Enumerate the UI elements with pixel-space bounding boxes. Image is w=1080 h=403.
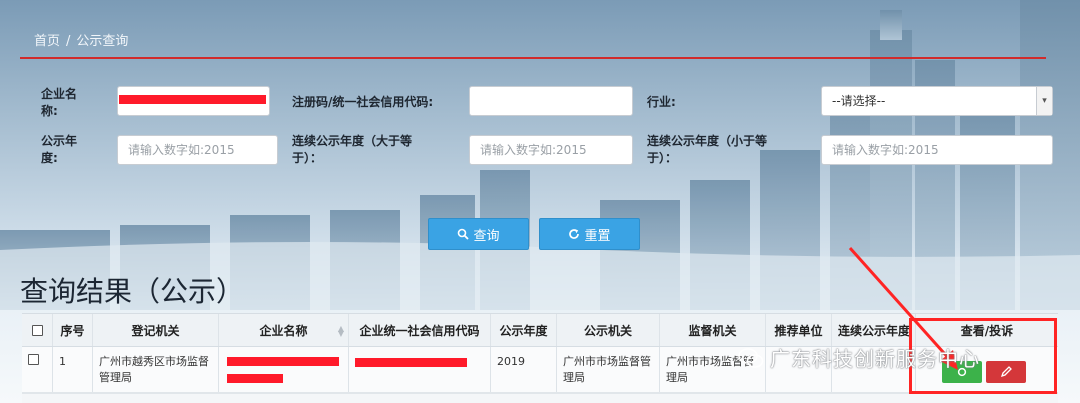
row-publishing-authority: 广州市市场监督管理局 (556, 347, 659, 392)
credit-code-label: 注册码/统一社会信用代码: (292, 95, 434, 109)
continuous-year-lte-input[interactable] (821, 135, 1053, 165)
company-name-label: 企业名 称: (41, 86, 77, 120)
header-divider (20, 57, 1046, 59)
continuous-year-gte-label-line2: 于）： (292, 151, 323, 165)
industry-label: 行业: (647, 95, 676, 109)
search-button[interactable]: 查询 (428, 218, 529, 250)
reset-button[interactable]: 重置 (539, 218, 640, 250)
header-continuous-year[interactable]: 连续公示年度 (831, 314, 915, 346)
row-checkbox[interactable] (28, 354, 39, 365)
header-index[interactable]: 序号 (52, 314, 92, 346)
header-supervising-authority[interactable]: 监督机关 (659, 314, 765, 346)
header-credit-code[interactable]: 企业统一社会信用代码 (348, 314, 490, 346)
watermark: 广东科技创新服务中心 (738, 343, 980, 372)
breadcrumb-separator: / (66, 34, 71, 49)
row-year: 2019 (490, 347, 556, 392)
continuous-year-lte-label-line2: 于）： (647, 151, 678, 165)
breadcrumb: 首页 / 公示查询 (34, 30, 128, 49)
year-label-line2: 度: (41, 151, 58, 165)
reset-button-label: 重置 (584, 228, 611, 244)
redaction-mark (227, 374, 283, 383)
header-company-name[interactable]: 企业名称 ▲ ▼ (218, 314, 348, 346)
redaction-mark (355, 358, 467, 367)
row-registration-authority: 广州市越秀区市场监督管理局 (92, 347, 218, 392)
header-year[interactable]: 公示年度 (490, 314, 556, 346)
credit-code-input[interactable] (469, 86, 633, 116)
select-all-checkbox[interactable] (31, 324, 43, 336)
table-header: 序号 登记机关 企业名称 ▲ ▼ 企业统一社会信用代码 公示年度 公示机关 监督机关… (22, 313, 1058, 347)
year-label: 公示年 度: (41, 133, 77, 167)
continuous-year-lte-label-line1: 连续公示年度（小于等 (647, 134, 768, 148)
header-publishing-authority[interactable]: 公示机关 (556, 314, 659, 346)
header-registration-authority[interactable]: 登记机关 (92, 314, 218, 346)
company-name-label-line1: 企业名 (41, 87, 78, 101)
continuous-year-lte-label: 连续公示年度（小于等 于）： (647, 133, 767, 167)
redaction-mark (227, 357, 339, 366)
next-row-edge (22, 393, 1058, 403)
results-title: 查询结果（公示） (20, 275, 245, 308)
sort-icon[interactable]: ▲ ▼ (338, 325, 344, 338)
row-index: 1 (52, 347, 92, 392)
row-company-name (218, 347, 348, 392)
header-checkbox-cell (22, 314, 52, 346)
refresh-icon (569, 229, 580, 239)
continuous-year-gte-label: 连续公示年度（大于等 于）： (292, 133, 412, 167)
wechat-icon (738, 347, 764, 368)
breadcrumb-current: 公示查询 (76, 34, 129, 49)
chevron-down-icon[interactable]: ▾ (1036, 87, 1052, 115)
year-input[interactable] (117, 135, 278, 165)
row-checkbox-cell (22, 347, 52, 392)
search-icon (458, 228, 470, 240)
continuous-year-gte-label-line1: 连续公示年度（大于等 (292, 134, 413, 148)
row-credit-code (348, 347, 490, 392)
company-name-label-line2: 称: (41, 104, 58, 118)
header-company-name-label: 企业名称 (259, 323, 308, 338)
industry-select[interactable]: --请选择-- ▾ (821, 86, 1053, 116)
year-label-line1: 公示年 (41, 134, 78, 148)
industry-selected-value: --请选择-- (832, 94, 886, 108)
breadcrumb-home[interactable]: 首页 (34, 34, 60, 49)
continuous-year-gte-input[interactable] (469, 135, 633, 165)
search-button-label: 查询 (473, 228, 500, 244)
header-recommending-unit[interactable]: 推荐单位 (765, 314, 831, 346)
redaction-mark (119, 95, 266, 104)
watermark-text: 广东科技创新服务中心 (770, 347, 980, 371)
